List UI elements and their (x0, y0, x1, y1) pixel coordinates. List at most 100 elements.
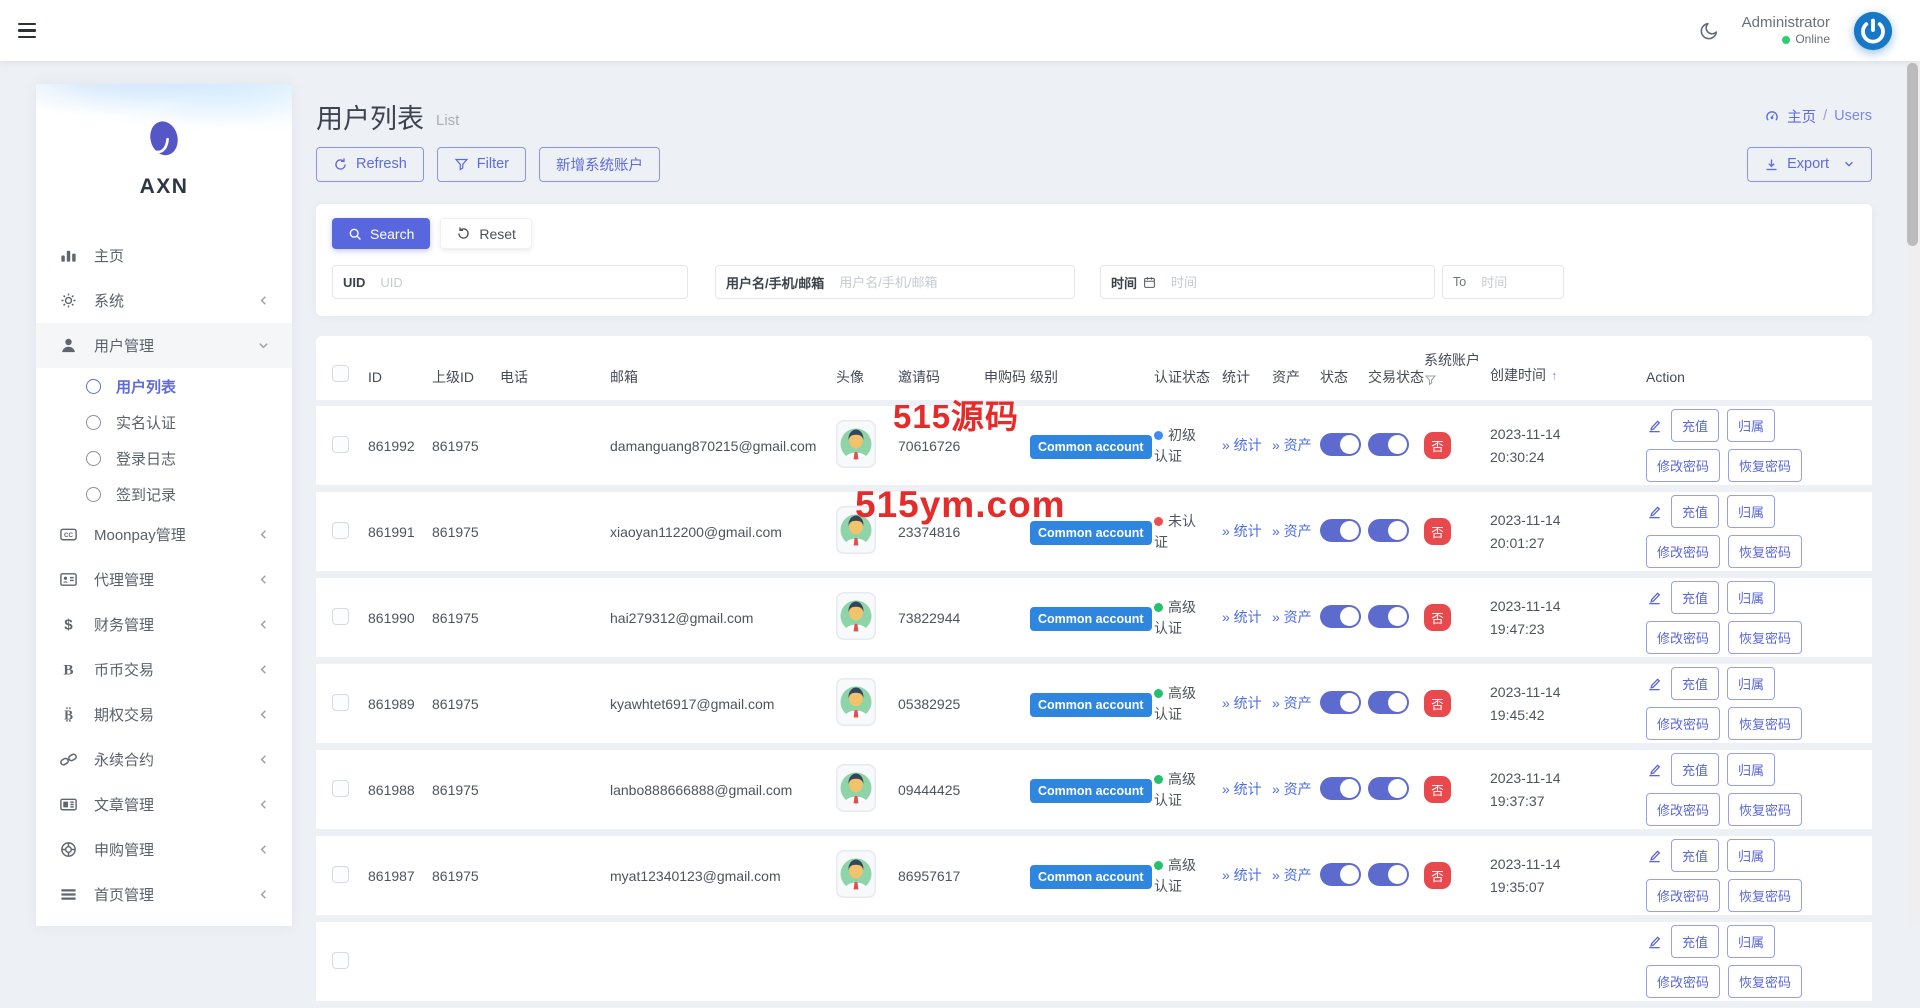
edit-icon[interactable] (1646, 847, 1663, 864)
assets-link[interactable]: » 资产 (1272, 607, 1312, 628)
change-password-button[interactable]: 修改密码 (1646, 535, 1720, 568)
sidebar-item-perpetual[interactable]: 永续合约 (36, 737, 292, 782)
trade-status-toggle[interactable] (1368, 691, 1409, 714)
sidebar-item-moonpay[interactable]: CCMoonpay管理 (36, 512, 292, 557)
status-toggle[interactable] (1320, 605, 1361, 628)
status-toggle[interactable] (1320, 691, 1361, 714)
recharge-button[interactable]: 充值 (1671, 495, 1719, 528)
trade-status-toggle[interactable] (1368, 433, 1409, 456)
export-button[interactable]: Export (1747, 147, 1872, 182)
belong-button[interactable]: 归属 (1727, 495, 1775, 528)
sidebar-item-config[interactable]: 配置管理 (36, 917, 292, 926)
edit-icon[interactable] (1646, 417, 1663, 434)
add-system-account-button[interactable]: 新增系统账户 (539, 147, 660, 182)
sidebar-item-finance[interactable]: $财务管理 (36, 602, 292, 647)
search-button[interactable]: Search (332, 218, 430, 249)
status-toggle[interactable] (1320, 519, 1361, 542)
status-toggle[interactable] (1320, 777, 1361, 800)
sidebar-subitem-user-list[interactable]: 用户列表 (36, 368, 292, 404)
change-password-button[interactable]: 修改密码 (1646, 965, 1720, 998)
sidebar-item-spot-trade[interactable]: B币币交易 (36, 647, 292, 692)
sidebar-item-article[interactable]: 文章管理 (36, 782, 292, 827)
belong-button[interactable]: 归属 (1727, 839, 1775, 872)
restore-password-button[interactable]: 恢复密码 (1728, 965, 1802, 998)
sidebar-subitem-checkin-log[interactable]: 签到记录 (36, 476, 292, 512)
assets-link[interactable]: » 资产 (1272, 693, 1312, 714)
recharge-button[interactable]: 充值 (1671, 667, 1719, 700)
edit-icon[interactable] (1646, 933, 1663, 950)
sidebar-item-user-management[interactable]: 用户管理 (36, 323, 292, 368)
restore-password-button[interactable]: 恢复密码 (1728, 707, 1802, 740)
restore-password-button[interactable]: 恢复密码 (1728, 535, 1802, 568)
sort-asc-icon[interactable]: ↑ (1551, 368, 1558, 383)
sidebar-item-home[interactable]: 主页 (36, 233, 292, 278)
edit-icon[interactable] (1646, 761, 1663, 778)
row-checkbox[interactable] (332, 436, 349, 453)
recharge-button[interactable]: 充值 (1671, 753, 1719, 786)
recharge-button[interactable]: 充值 (1671, 581, 1719, 614)
time-to-input[interactable] (1476, 275, 1563, 290)
filter-button[interactable]: Filter (437, 147, 526, 182)
sidebar-item-option-trade[interactable]: B期权交易 (36, 692, 292, 737)
change-password-button[interactable]: 修改密码 (1646, 879, 1720, 912)
change-password-button[interactable]: 修改密码 (1646, 793, 1720, 826)
restore-password-button[interactable]: 恢复密码 (1728, 621, 1802, 654)
belong-button[interactable]: 归属 (1727, 581, 1775, 614)
sidebar-item-subscribe[interactable]: 申购管理 (36, 827, 292, 872)
dark-mode-moon-icon[interactable] (1698, 20, 1720, 42)
stats-link[interactable]: » 统计 (1222, 865, 1262, 886)
row-checkbox[interactable] (332, 694, 349, 711)
edit-icon[interactable] (1646, 503, 1663, 520)
time-from-input[interactable] (1166, 275, 1434, 290)
trade-status-toggle[interactable] (1368, 777, 1409, 800)
logout-power-icon[interactable] (1852, 10, 1894, 52)
row-checkbox[interactable] (332, 780, 349, 797)
row-checkbox[interactable] (332, 608, 349, 625)
recharge-button[interactable]: 充值 (1671, 839, 1719, 872)
change-password-button[interactable]: 修改密码 (1646, 449, 1720, 482)
sidebar-item-homepage[interactable]: 首页管理 (36, 872, 292, 917)
assets-link[interactable]: » 资产 (1272, 865, 1312, 886)
assets-link[interactable]: » 资产 (1272, 521, 1312, 542)
change-password-button[interactable]: 修改密码 (1646, 707, 1720, 740)
belong-button[interactable]: 归属 (1727, 409, 1775, 442)
select-all-checkbox[interactable] (332, 365, 349, 382)
assets-link[interactable]: » 资产 (1272, 435, 1312, 456)
user-input[interactable] (834, 275, 1074, 290)
recharge-button[interactable]: 充值 (1671, 409, 1719, 442)
scrollbar-thumb[interactable] (1907, 63, 1918, 246)
edit-icon[interactable] (1646, 675, 1663, 692)
sidebar-subitem-login-log[interactable]: 登录日志 (36, 440, 292, 476)
belong-button[interactable]: 归属 (1727, 753, 1775, 786)
row-checkbox[interactable] (332, 522, 349, 539)
trade-status-toggle[interactable] (1368, 519, 1409, 542)
hamburger-menu-icon[interactable] (18, 18, 44, 44)
status-toggle[interactable] (1320, 433, 1361, 456)
stats-link[interactable]: » 统计 (1222, 607, 1262, 628)
restore-password-button[interactable]: 恢复密码 (1728, 879, 1802, 912)
belong-button[interactable]: 归属 (1727, 667, 1775, 700)
uid-input[interactable] (375, 275, 687, 290)
stats-link[interactable]: » 统计 (1222, 779, 1262, 800)
status-toggle[interactable] (1320, 863, 1361, 886)
row-checkbox[interactable] (332, 866, 349, 883)
refresh-button[interactable]: Refresh (316, 147, 424, 182)
belong-button[interactable]: 归属 (1727, 925, 1775, 958)
trade-status-toggle[interactable] (1368, 605, 1409, 628)
restore-password-button[interactable]: 恢复密码 (1728, 793, 1802, 826)
stats-link[interactable]: » 统计 (1222, 521, 1262, 542)
reset-button[interactable]: Reset (440, 218, 532, 249)
recharge-button[interactable]: 充值 (1671, 925, 1719, 958)
edit-icon[interactable] (1646, 589, 1663, 606)
sidebar-item-agent[interactable]: 代理管理 (36, 557, 292, 602)
sidebar-subitem-real-name-auth[interactable]: 实名认证 (36, 404, 292, 440)
restore-password-button[interactable]: 恢复密码 (1728, 449, 1802, 482)
column-filter-funnel-icon[interactable] (1424, 374, 1437, 387)
trade-status-toggle[interactable] (1368, 863, 1409, 886)
row-checkbox[interactable] (332, 952, 349, 969)
stats-link[interactable]: » 统计 (1222, 435, 1262, 456)
change-password-button[interactable]: 修改密码 (1646, 621, 1720, 654)
breadcrumb-home[interactable]: 主页 (1787, 106, 1816, 127)
sidebar-item-system[interactable]: 系统 (36, 278, 292, 323)
assets-link[interactable]: » 资产 (1272, 779, 1312, 800)
